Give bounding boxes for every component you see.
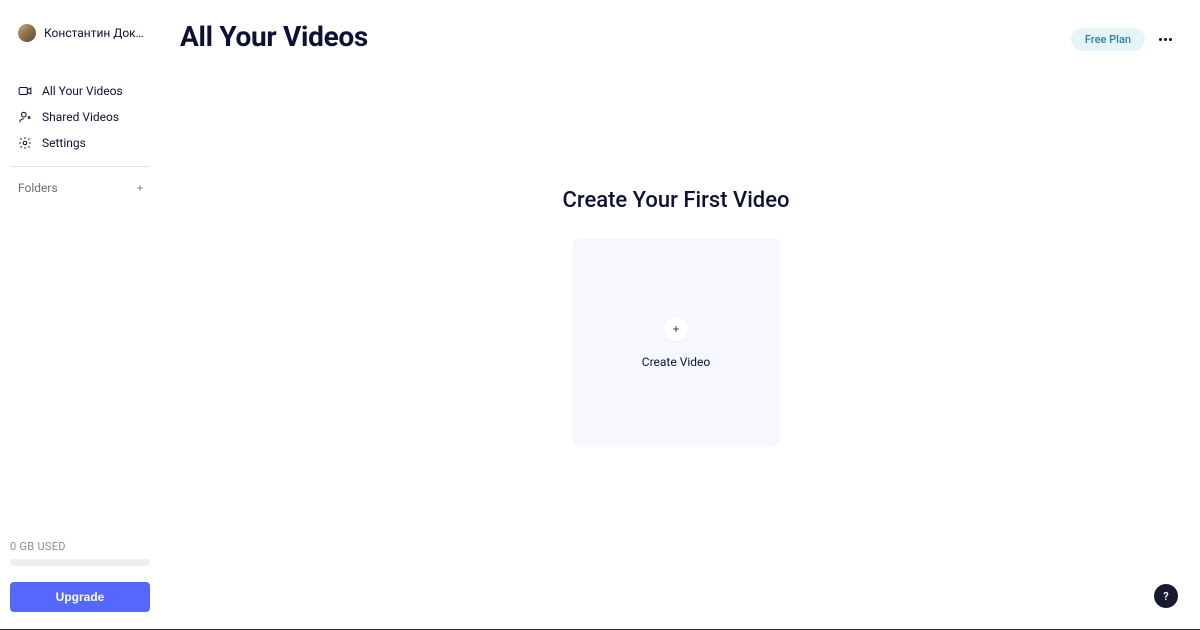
sidebar-item-settings[interactable]: Settings — [0, 130, 160, 156]
sidebar-item-label: Shared Videos — [42, 110, 119, 124]
user-name: Константин Докуч... — [44, 26, 144, 40]
folders-label: Folders — [18, 181, 58, 195]
empty-state: Create Your First Video Create Video — [180, 188, 1172, 446]
sidebar-item-label: All Your Videos — [42, 84, 123, 98]
folders-header: Folders — [0, 167, 160, 201]
create-video-card[interactable]: Create Video — [573, 239, 780, 446]
storage-used-label: 0 GB USED — [10, 540, 150, 553]
add-folder-button[interactable] — [134, 182, 146, 194]
person-share-icon — [18, 110, 32, 124]
more-menu-button[interactable] — [1159, 38, 1172, 41]
sidebar-item-shared-videos[interactable]: Shared Videos — [0, 104, 160, 130]
help-icon: ? — [1163, 590, 1168, 603]
video-icon — [18, 84, 32, 98]
create-video-label: Create Video — [642, 355, 710, 369]
gear-icon — [18, 136, 32, 150]
user-menu[interactable]: Константин Докуч... — [0, 24, 160, 50]
plus-circle-icon — [664, 317, 688, 341]
sidebar-footer: 0 GB USED Upgrade — [0, 540, 160, 630]
page-title: All Your Videos — [180, 20, 368, 53]
upgrade-button[interactable]: Upgrade — [10, 582, 150, 612]
main-content: All Your Videos Free Plan Create Your Fi… — [160, 0, 1200, 630]
sidebar-item-label: Settings — [42, 136, 86, 150]
sidebar-item-all-videos[interactable]: All Your Videos — [0, 78, 160, 104]
avatar — [18, 24, 36, 42]
dots-icon — [1159, 38, 1162, 41]
help-button[interactable]: ? — [1154, 584, 1178, 608]
header-actions: Free Plan — [1071, 28, 1172, 51]
plan-badge[interactable]: Free Plan — [1071, 28, 1145, 51]
nav-list: All Your Videos Shared Videos Settings — [0, 78, 160, 156]
storage-progress-bar — [10, 559, 150, 566]
empty-state-title: Create Your First Video — [563, 188, 790, 213]
sidebar: Константин Докуч... All Your Videos Shar… — [0, 0, 160, 630]
header: All Your Videos Free Plan — [180, 20, 1172, 53]
